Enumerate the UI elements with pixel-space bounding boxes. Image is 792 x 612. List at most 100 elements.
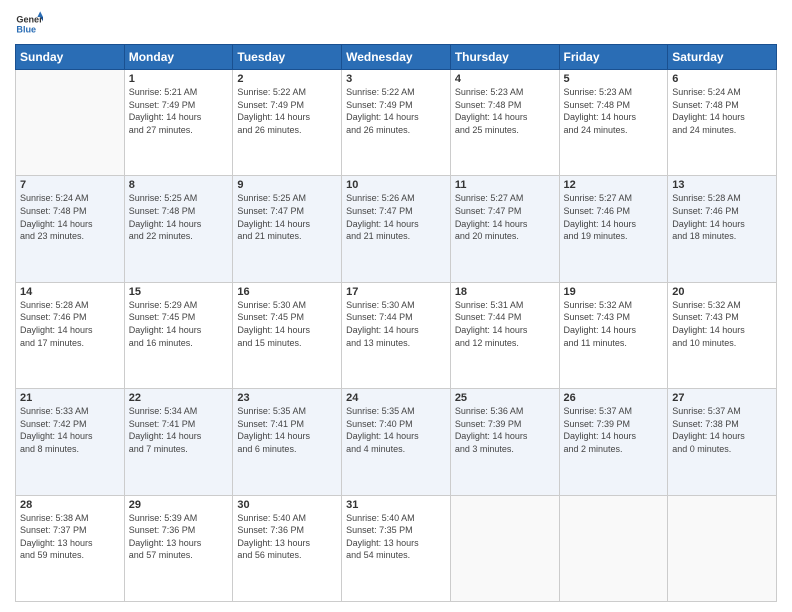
svg-text:Blue: Blue xyxy=(16,24,36,34)
calendar-cell: 16Sunrise: 5:30 AMSunset: 7:45 PMDayligh… xyxy=(233,282,342,388)
day-info: Sunrise: 5:23 AMSunset: 7:48 PMDaylight:… xyxy=(455,86,555,136)
day-info: Sunrise: 5:40 AMSunset: 7:35 PMDaylight:… xyxy=(346,512,446,562)
calendar-table: SundayMondayTuesdayWednesdayThursdayFrid… xyxy=(15,44,777,602)
day-number: 23 xyxy=(237,392,337,404)
weekday-header: Sunday xyxy=(16,45,125,70)
calendar-cell: 13Sunrise: 5:28 AMSunset: 7:46 PMDayligh… xyxy=(668,176,777,282)
day-number: 17 xyxy=(346,286,446,298)
day-number: 1 xyxy=(129,73,229,85)
calendar-cell: 19Sunrise: 5:32 AMSunset: 7:43 PMDayligh… xyxy=(559,282,668,388)
calendar-cell: 14Sunrise: 5:28 AMSunset: 7:46 PMDayligh… xyxy=(16,282,125,388)
day-info: Sunrise: 5:32 AMSunset: 7:43 PMDaylight:… xyxy=(672,299,772,349)
day-info: Sunrise: 5:28 AMSunset: 7:46 PMDaylight:… xyxy=(20,299,120,349)
calendar-cell: 28Sunrise: 5:38 AMSunset: 7:37 PMDayligh… xyxy=(16,495,125,601)
calendar-cell: 15Sunrise: 5:29 AMSunset: 7:45 PMDayligh… xyxy=(124,282,233,388)
calendar-cell: 25Sunrise: 5:36 AMSunset: 7:39 PMDayligh… xyxy=(450,389,559,495)
day-number: 30 xyxy=(237,499,337,511)
weekday-header: Thursday xyxy=(450,45,559,70)
calendar-cell: 2Sunrise: 5:22 AMSunset: 7:49 PMDaylight… xyxy=(233,70,342,176)
day-number: 31 xyxy=(346,499,446,511)
day-info: Sunrise: 5:35 AMSunset: 7:40 PMDaylight:… xyxy=(346,405,446,455)
day-number: 13 xyxy=(672,179,772,191)
calendar-cell: 1Sunrise: 5:21 AMSunset: 7:49 PMDaylight… xyxy=(124,70,233,176)
calendar-cell: 17Sunrise: 5:30 AMSunset: 7:44 PMDayligh… xyxy=(342,282,451,388)
day-number: 6 xyxy=(672,73,772,85)
day-number: 9 xyxy=(237,179,337,191)
day-number: 11 xyxy=(455,179,555,191)
calendar-cell xyxy=(450,495,559,601)
calendar-cell: 26Sunrise: 5:37 AMSunset: 7:39 PMDayligh… xyxy=(559,389,668,495)
day-number: 19 xyxy=(564,286,664,298)
day-info: Sunrise: 5:24 AMSunset: 7:48 PMDaylight:… xyxy=(20,192,120,242)
header: General Blue xyxy=(15,10,777,38)
day-number: 27 xyxy=(672,392,772,404)
day-info: Sunrise: 5:36 AMSunset: 7:39 PMDaylight:… xyxy=(455,405,555,455)
day-info: Sunrise: 5:29 AMSunset: 7:45 PMDaylight:… xyxy=(129,299,229,349)
day-info: Sunrise: 5:25 AMSunset: 7:48 PMDaylight:… xyxy=(129,192,229,242)
day-info: Sunrise: 5:34 AMSunset: 7:41 PMDaylight:… xyxy=(129,405,229,455)
day-number: 22 xyxy=(129,392,229,404)
calendar-cell xyxy=(668,495,777,601)
logo-icon: General Blue xyxy=(15,10,43,38)
calendar-cell: 21Sunrise: 5:33 AMSunset: 7:42 PMDayligh… xyxy=(16,389,125,495)
weekday-header: Tuesday xyxy=(233,45,342,70)
day-number: 16 xyxy=(237,286,337,298)
calendar-cell: 22Sunrise: 5:34 AMSunset: 7:41 PMDayligh… xyxy=(124,389,233,495)
day-info: Sunrise: 5:38 AMSunset: 7:37 PMDaylight:… xyxy=(20,512,120,562)
day-info: Sunrise: 5:26 AMSunset: 7:47 PMDaylight:… xyxy=(346,192,446,242)
day-info: Sunrise: 5:37 AMSunset: 7:39 PMDaylight:… xyxy=(564,405,664,455)
day-info: Sunrise: 5:30 AMSunset: 7:45 PMDaylight:… xyxy=(237,299,337,349)
day-number: 25 xyxy=(455,392,555,404)
weekday-header: Monday xyxy=(124,45,233,70)
day-info: Sunrise: 5:35 AMSunset: 7:41 PMDaylight:… xyxy=(237,405,337,455)
calendar-cell: 27Sunrise: 5:37 AMSunset: 7:38 PMDayligh… xyxy=(668,389,777,495)
calendar-cell: 5Sunrise: 5:23 AMSunset: 7:48 PMDaylight… xyxy=(559,70,668,176)
day-number: 28 xyxy=(20,499,120,511)
calendar-cell: 8Sunrise: 5:25 AMSunset: 7:48 PMDaylight… xyxy=(124,176,233,282)
day-info: Sunrise: 5:24 AMSunset: 7:48 PMDaylight:… xyxy=(672,86,772,136)
day-info: Sunrise: 5:39 AMSunset: 7:36 PMDaylight:… xyxy=(129,512,229,562)
calendar-cell: 3Sunrise: 5:22 AMSunset: 7:49 PMDaylight… xyxy=(342,70,451,176)
day-number: 7 xyxy=(20,179,120,191)
day-number: 24 xyxy=(346,392,446,404)
calendar-cell: 10Sunrise: 5:26 AMSunset: 7:47 PMDayligh… xyxy=(342,176,451,282)
calendar-cell: 30Sunrise: 5:40 AMSunset: 7:36 PMDayligh… xyxy=(233,495,342,601)
weekday-header: Wednesday xyxy=(342,45,451,70)
day-info: Sunrise: 5:25 AMSunset: 7:47 PMDaylight:… xyxy=(237,192,337,242)
day-number: 18 xyxy=(455,286,555,298)
day-info: Sunrise: 5:27 AMSunset: 7:47 PMDaylight:… xyxy=(455,192,555,242)
day-info: Sunrise: 5:31 AMSunset: 7:44 PMDaylight:… xyxy=(455,299,555,349)
weekday-header: Friday xyxy=(559,45,668,70)
weekday-header: Saturday xyxy=(668,45,777,70)
logo: General Blue xyxy=(15,10,43,38)
calendar-cell: 7Sunrise: 5:24 AMSunset: 7:48 PMDaylight… xyxy=(16,176,125,282)
calendar-cell xyxy=(16,70,125,176)
calendar-cell: 6Sunrise: 5:24 AMSunset: 7:48 PMDaylight… xyxy=(668,70,777,176)
day-info: Sunrise: 5:32 AMSunset: 7:43 PMDaylight:… xyxy=(564,299,664,349)
calendar-cell: 4Sunrise: 5:23 AMSunset: 7:48 PMDaylight… xyxy=(450,70,559,176)
calendar-cell: 20Sunrise: 5:32 AMSunset: 7:43 PMDayligh… xyxy=(668,282,777,388)
calendar-cell: 18Sunrise: 5:31 AMSunset: 7:44 PMDayligh… xyxy=(450,282,559,388)
day-info: Sunrise: 5:22 AMSunset: 7:49 PMDaylight:… xyxy=(237,86,337,136)
calendar-cell xyxy=(559,495,668,601)
day-number: 3 xyxy=(346,73,446,85)
calendar-cell: 24Sunrise: 5:35 AMSunset: 7:40 PMDayligh… xyxy=(342,389,451,495)
day-number: 12 xyxy=(564,179,664,191)
day-number: 14 xyxy=(20,286,120,298)
day-number: 8 xyxy=(129,179,229,191)
page: General Blue SundayMondayTuesdayWednesda… xyxy=(0,0,792,612)
day-number: 29 xyxy=(129,499,229,511)
day-number: 21 xyxy=(20,392,120,404)
calendar-cell: 9Sunrise: 5:25 AMSunset: 7:47 PMDaylight… xyxy=(233,176,342,282)
calendar-cell: 12Sunrise: 5:27 AMSunset: 7:46 PMDayligh… xyxy=(559,176,668,282)
day-info: Sunrise: 5:23 AMSunset: 7:48 PMDaylight:… xyxy=(564,86,664,136)
day-number: 4 xyxy=(455,73,555,85)
day-info: Sunrise: 5:33 AMSunset: 7:42 PMDaylight:… xyxy=(20,405,120,455)
day-info: Sunrise: 5:22 AMSunset: 7:49 PMDaylight:… xyxy=(346,86,446,136)
day-number: 26 xyxy=(564,392,664,404)
day-number: 10 xyxy=(346,179,446,191)
day-number: 2 xyxy=(237,73,337,85)
calendar-cell: 31Sunrise: 5:40 AMSunset: 7:35 PMDayligh… xyxy=(342,495,451,601)
day-info: Sunrise: 5:28 AMSunset: 7:46 PMDaylight:… xyxy=(672,192,772,242)
calendar-cell: 29Sunrise: 5:39 AMSunset: 7:36 PMDayligh… xyxy=(124,495,233,601)
